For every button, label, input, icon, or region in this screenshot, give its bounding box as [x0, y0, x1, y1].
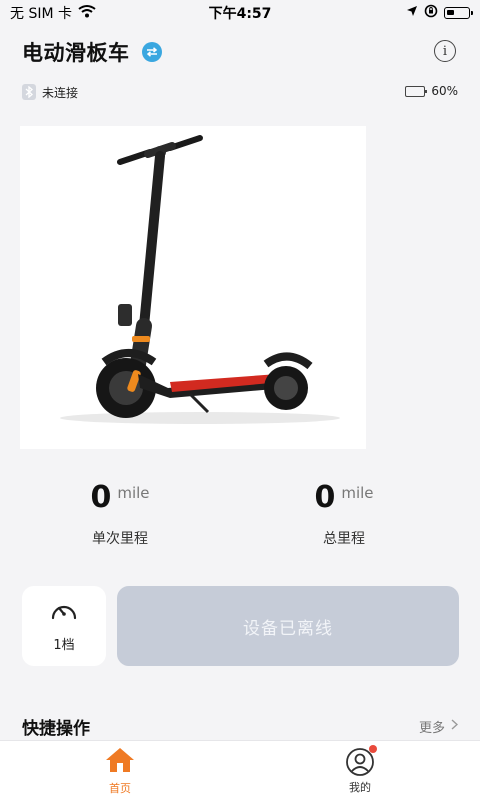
header: 电动滑板车 i: [0, 34, 480, 70]
bluetooth-icon: [22, 84, 36, 100]
quick-operations-header: 快捷操作 更多: [0, 712, 480, 740]
speedometer-icon: [50, 600, 78, 626]
trip-mileage-value: 0: [90, 480, 112, 515]
total-mileage-unit: mile: [341, 484, 374, 502]
bottom-tab-bar: 首页 我的: [0, 740, 480, 800]
profile-icon: [345, 744, 377, 777]
scooter-image: [20, 126, 366, 449]
rotation-lock-icon: [424, 4, 438, 22]
tab-home-label: 首页: [109, 781, 131, 795]
total-mileage-value: 0: [314, 480, 336, 515]
carrier-text: 无 SIM 卡: [10, 6, 72, 22]
status-left: 无 SIM 卡: [10, 3, 96, 23]
quick-operations-title: 快捷操作: [22, 718, 90, 739]
status-right: [406, 4, 473, 22]
gear-label: 1档: [53, 637, 75, 653]
connection-status: 未连接: [42, 85, 79, 100]
notification-dot: [369, 744, 377, 753]
chevron-right-icon: [451, 718, 459, 734]
battery-icon: [444, 7, 473, 19]
trip-mileage-unit: mile: [117, 484, 150, 502]
device-battery: 60%: [405, 84, 458, 98]
info-icon[interactable]: i: [434, 40, 456, 62]
tab-me-label: 我的: [349, 780, 371, 794]
more-link[interactable]: 更多: [418, 717, 459, 736]
total-mileage-stat: 0 mile 总里程: [264, 480, 424, 548]
total-mileage-label: 总里程: [323, 531, 365, 547]
trip-mileage-stat: 0 mile 单次里程: [40, 480, 200, 548]
tab-home[interactable]: 首页: [0, 741, 240, 800]
switch-device-icon[interactable]: [141, 42, 162, 62]
gear-button[interactable]: 1档: [22, 586, 106, 666]
trip-mileage-label: 单次里程: [92, 531, 148, 547]
wifi-icon: [78, 4, 96, 22]
device-battery-icon: [405, 85, 428, 97]
device-offline-button[interactable]: 设备已离线: [117, 586, 459, 666]
location-arrow-icon: [406, 5, 418, 21]
status-bar: 无 SIM 卡 下午4:57: [0, 0, 480, 26]
page-title: 电动滑板车: [22, 41, 130, 65]
more-label: 更多: [418, 720, 445, 736]
connection-row: 未连接 60%: [0, 82, 480, 102]
home-icon: [104, 746, 136, 778]
device-battery-percent: 60%: [431, 84, 458, 98]
tab-me[interactable]: 我的: [240, 741, 480, 800]
